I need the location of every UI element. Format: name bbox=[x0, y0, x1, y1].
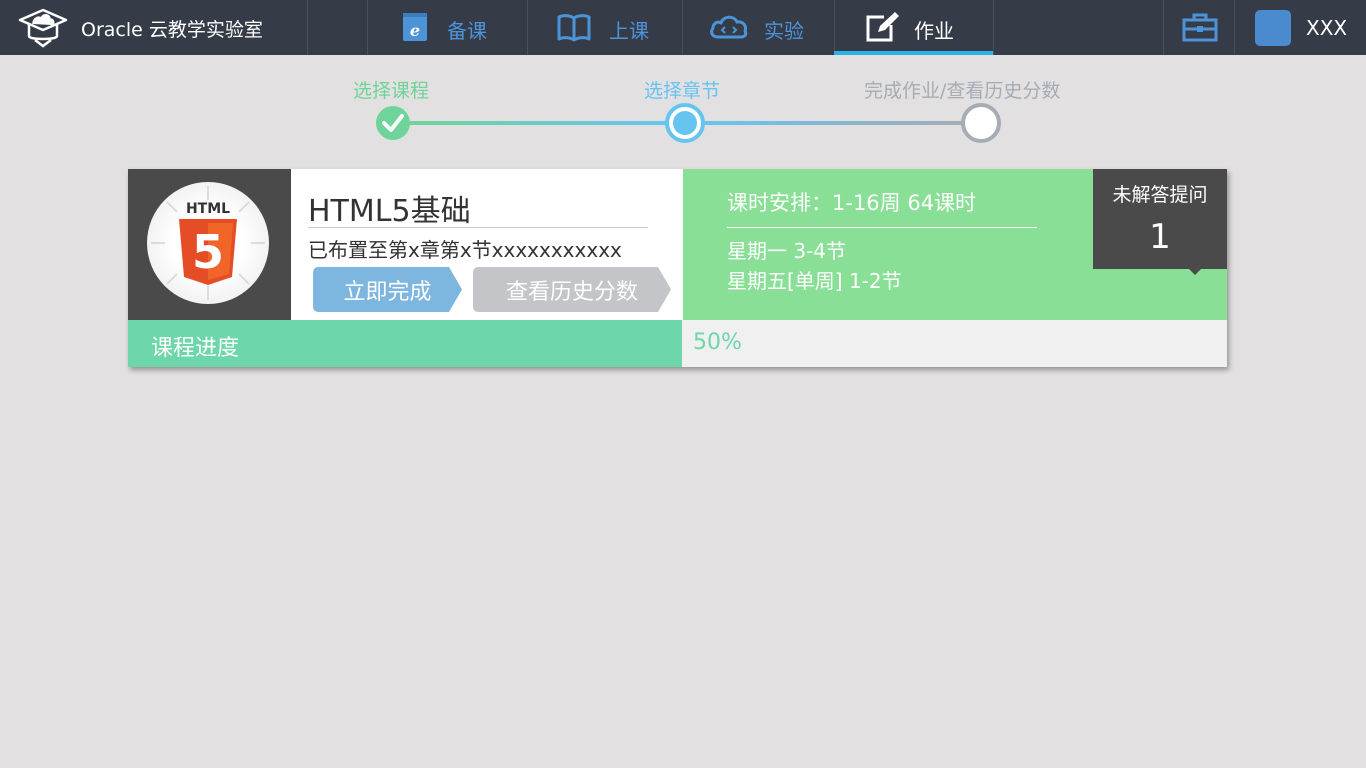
unanswered-questions-label: 未解答提问 bbox=[1112, 184, 1208, 206]
schedule-line: 星期五[单周] 1-2节 bbox=[727, 269, 902, 293]
step-pending-marker bbox=[961, 103, 1001, 143]
avatar[interactable] bbox=[1255, 10, 1291, 46]
finish-now-button[interactable]: 立即完成 bbox=[313, 267, 462, 312]
step-connector bbox=[702, 121, 964, 125]
logo-number: 5 bbox=[192, 225, 224, 279]
nav-item-prepare[interactable]: e 备课 bbox=[367, 0, 527, 55]
divider bbox=[1234, 0, 1235, 55]
ebook-icon: e bbox=[403, 13, 427, 41]
nav-item-lab[interactable]: 实验 bbox=[682, 0, 834, 55]
edit-icon bbox=[866, 12, 899, 42]
divider bbox=[308, 227, 648, 228]
step-done-marker[interactable] bbox=[376, 106, 410, 140]
course-thumbnail[interactable]: HTML 5 bbox=[128, 169, 291, 320]
active-tab-indicator bbox=[834, 51, 993, 55]
step-label-select-course[interactable]: 选择课程 bbox=[353, 76, 429, 103]
nav-label: 备课 bbox=[447, 19, 487, 43]
course-title[interactable]: HTML5基础 bbox=[308, 186, 471, 230]
course-progress-bar: 课程进度 50% bbox=[128, 320, 1227, 367]
view-history-scores-button[interactable]: 查看历史分数 bbox=[473, 267, 671, 312]
step-current-marker[interactable] bbox=[665, 103, 705, 143]
cloud-code-icon bbox=[710, 15, 748, 39]
unanswered-questions-count: 1 bbox=[1149, 217, 1171, 257]
toolbox-icon bbox=[1182, 13, 1218, 42]
step-connector bbox=[410, 121, 668, 125]
top-navigation-bar: Oracle 云教学实验室 e 备课 上课 实验 作业 XXX bbox=[0, 0, 1366, 55]
progress-label: 课程进度 bbox=[151, 336, 240, 361]
unanswered-questions-badge[interactable]: 未解答提问 1 bbox=[1093, 169, 1227, 275]
nav-item-class[interactable]: 上课 bbox=[527, 0, 682, 55]
check-icon bbox=[382, 114, 404, 132]
progress-value: 50% bbox=[693, 330, 742, 355]
html5-logo-icon: HTML 5 bbox=[151, 186, 265, 300]
toolbox-button[interactable] bbox=[1164, 0, 1234, 55]
schedule-panel: 课时安排：1-16周 64课时 星期一 3-4节 星期五[单周] 1-2节 未解… bbox=[683, 169, 1227, 320]
divider bbox=[307, 0, 308, 55]
svg-text:e: e bbox=[410, 21, 420, 40]
open-book-icon bbox=[557, 14, 591, 42]
step-label-finish-homework: 完成作业/查看历史分数 bbox=[864, 80, 1061, 102]
divider bbox=[993, 0, 994, 55]
assigned-progress-text: 已布置至第x章第x节xxxxxxxxxxx bbox=[308, 238, 622, 262]
course-card: HTML 5 HTML5基础 已布置至第x章第x节xxxxxxxxxxx 立即完… bbox=[128, 169, 1227, 367]
nav-label: 作业 bbox=[914, 19, 954, 43]
brand[interactable]: Oracle 云教学实验室 bbox=[0, 0, 307, 55]
divider bbox=[727, 227, 1037, 228]
logo-text: HTML bbox=[186, 201, 230, 217]
nav-item-homework[interactable]: 作业 bbox=[834, 0, 993, 55]
schedule-line: 星期一 3-4节 bbox=[727, 239, 847, 263]
course-logo-badge: HTML 5 bbox=[147, 182, 269, 304]
nav-label: 实验 bbox=[764, 19, 804, 43]
step-label-select-chapter[interactable]: 选择章节 bbox=[644, 76, 720, 103]
nav-label: 上课 bbox=[609, 19, 649, 43]
username[interactable]: XXX bbox=[1306, 16, 1347, 40]
graduation-cap-cloud-icon bbox=[18, 8, 68, 48]
schedule-title: 课时安排：1-16周 64课时 bbox=[727, 191, 977, 215]
course-info: HTML5基础 已布置至第x章第x节xxxxxxxxxxx 立即完成 查看历史分… bbox=[291, 169, 683, 320]
app-title: Oracle 云教学实验室 bbox=[81, 19, 263, 41]
